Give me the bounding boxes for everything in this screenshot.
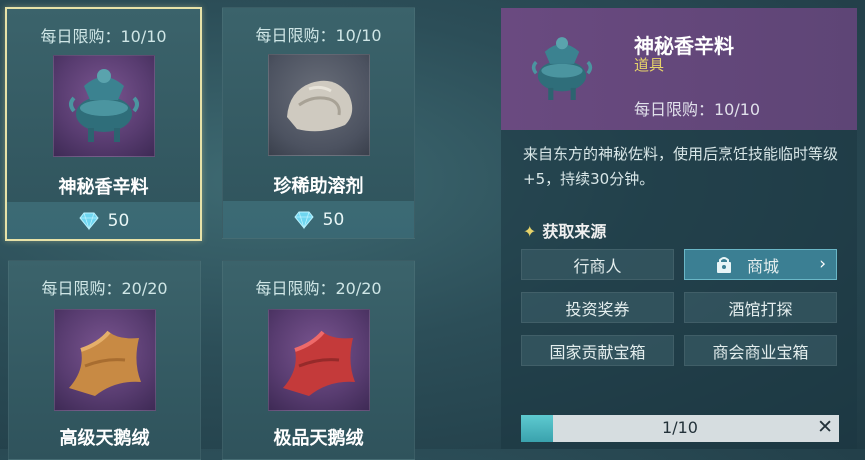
price-value: 50 — [107, 210, 130, 231]
daily-limit: 每日限购：20/20 — [255, 279, 382, 298]
velvet-icon — [68, 330, 141, 396]
item-image — [53, 309, 156, 411]
shop-bag-icon — [717, 256, 731, 273]
diamond-icon — [79, 212, 99, 230]
velvet-icon — [282, 330, 355, 396]
item-image — [52, 55, 155, 157]
source-button-nation-chest[interactable]: 国家贡献宝箱 — [521, 335, 674, 366]
shop-item-card[interactable]: 每日限购：10/10 珍稀助溶剂 50 — [222, 7, 415, 239]
item-detail-header: 神秘香辛料 道具 每日限购：10/10 — [501, 8, 857, 130]
item-detail-limit: 每日限购：10/10 — [634, 100, 761, 119]
purchase-quantity-bar[interactable]: 1/10 ✕ — [521, 415, 839, 442]
close-icon[interactable]: ✕ — [817, 416, 833, 438]
quantity-text: 1/10 — [662, 418, 698, 437]
source-button-tavern[interactable]: 酒馆打探 — [684, 292, 837, 323]
source-button-investment[interactable]: 投资奖券 — [521, 292, 674, 323]
item-detail-image — [519, 26, 605, 112]
price-bar[interactable]: 50 — [7, 202, 200, 239]
daily-limit: 每日限购：10/10 — [255, 26, 382, 45]
item-detail-category: 道具 — [634, 56, 665, 74]
price-bar[interactable]: 50 — [223, 201, 414, 238]
item-description: 来自东方的神秘佐料，使用后烹饪技能临时等级+5，持续30分钟。 — [523, 145, 839, 188]
item-name: 高级天鹅绒 — [59, 428, 150, 449]
censer-icon — [531, 37, 593, 100]
price-value: 50 — [322, 209, 345, 230]
star-icon: ✦ — [523, 222, 537, 241]
chevron-right-icon: › — [819, 254, 826, 274]
source-button-mall[interactable]: 商城 › — [684, 249, 837, 280]
shop-item-card[interactable]: 每日限购：20/20 极品天鹅绒 — [222, 260, 415, 460]
item-name: 极品天鹅绒 — [273, 428, 364, 449]
item-image — [267, 54, 370, 156]
item-name: 珍稀助溶剂 — [273, 176, 364, 197]
diamond-icon — [294, 211, 314, 229]
shop-item-card[interactable]: 每日限购：20/20 高级天鹅绒 — [8, 260, 201, 460]
item-name: 神秘香辛料 — [58, 177, 149, 198]
daily-limit: 每日限购：10/10 — [40, 27, 167, 46]
daily-limit: 每日限购：20/20 — [41, 279, 168, 298]
sources-heading: ✦ 获取来源 — [523, 222, 607, 241]
rock-icon — [286, 80, 352, 132]
source-button-guild-chest[interactable]: 商会商业宝箱 — [684, 335, 837, 366]
shop-item-card[interactable]: 每日限购：10/10 神秘香辛料 50 — [5, 7, 202, 241]
censer-icon — [68, 69, 139, 142]
source-button-merchant[interactable]: 行商人 — [521, 249, 674, 280]
item-image — [267, 309, 370, 411]
item-detail-body: 来自东方的神秘佐料，使用后烹饪技能临时等级+5，持续30分钟。 ✦ 获取来源 行商… — [501, 130, 857, 449]
